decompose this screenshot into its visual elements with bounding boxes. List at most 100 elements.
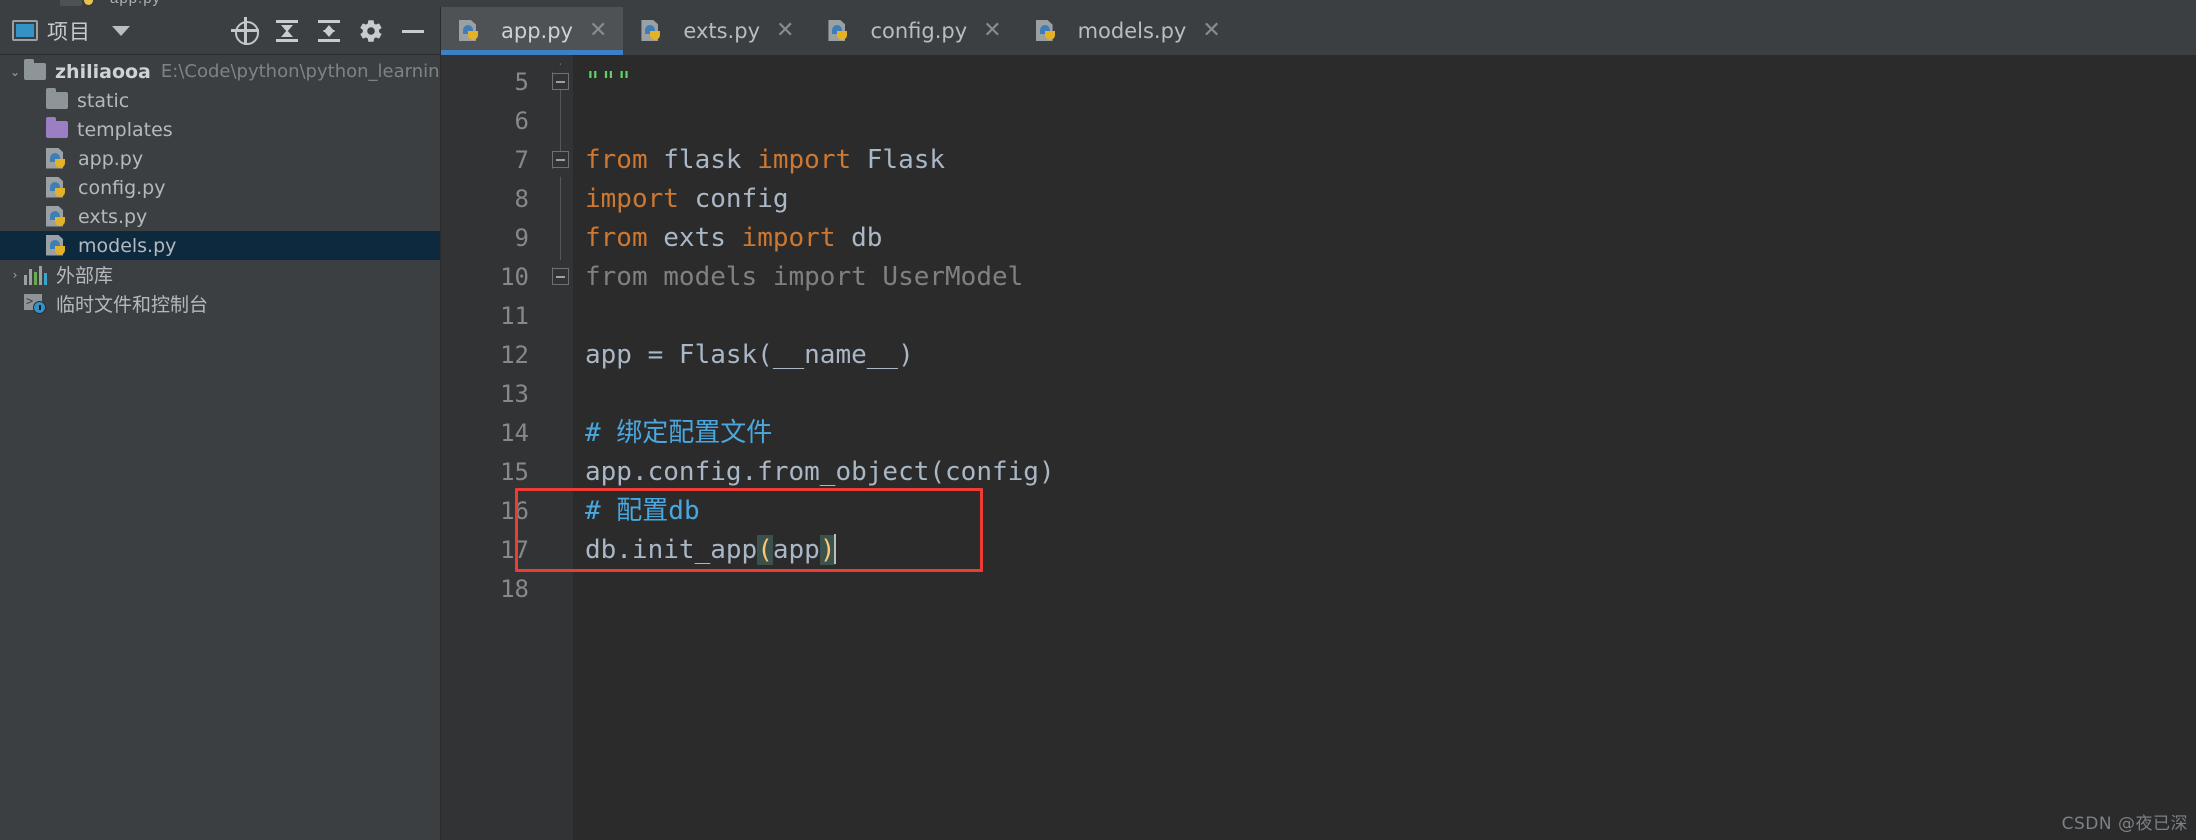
code-line[interactable]	[573, 570, 2196, 609]
tree-item-zhiliaooa[interactable]: ⌄ zhiliaooa E:\Code\python\python_learning…	[0, 57, 440, 86]
chevron-down-icon[interactable]: ⌄	[6, 65, 24, 79]
code-line[interactable]: app.config.from_object(config)	[573, 453, 2196, 492]
line-number: 15	[500, 458, 529, 486]
code-token: Flask	[851, 145, 946, 175]
tree-item-templates[interactable]: templates	[0, 115, 440, 144]
code-token: flask	[647, 145, 758, 175]
code-token: import	[741, 223, 836, 253]
fold-guide-line	[541, 180, 573, 219]
python-file-icon	[46, 205, 70, 228]
code-line[interactable]: from models import UserModel	[573, 258, 2196, 297]
code-token: # 绑定配置文件	[585, 418, 773, 448]
tree-item-label: templates	[77, 118, 173, 141]
tree-item-临时文件和控制台[interactable]: > 临时文件和控制台	[0, 289, 440, 318]
scratches-consoles-icon: >	[24, 293, 48, 314]
tab-config.py[interactable]: config.py ✕	[810, 7, 1017, 55]
tab-exts.py[interactable]: exts.py ✕	[623, 7, 810, 55]
editor: app.py ✕ exts.py ✕ config.py ✕ models.py ✕ 5 6 7 8…	[441, 7, 2196, 840]
line-number: 9	[514, 224, 529, 252]
tabbar-empty	[1237, 7, 2196, 55]
close-icon[interactable]: ✕	[983, 20, 1001, 42]
code-line[interactable]: from exts import db	[573, 219, 2196, 258]
code-line[interactable]: from flask import Flask	[573, 141, 2196, 180]
tree-scroll-edge[interactable]	[0, 55, 3, 840]
python-file-icon	[641, 20, 665, 42]
code-text[interactable]: """ from flask import Flask import config…	[573, 55, 2196, 840]
code-line[interactable]	[573, 297, 2196, 336]
fold-arrow-up-icon[interactable]	[552, 64, 569, 73]
expand-all-icon[interactable]	[274, 18, 300, 44]
fold-arrow-up-icon[interactable]	[552, 259, 569, 268]
tree-item-label: static	[77, 89, 130, 112]
gear-icon[interactable]	[358, 18, 384, 44]
line-number: 16	[500, 497, 529, 525]
code-line[interactable]: # 配置db	[573, 492, 2196, 531]
folder-icon	[46, 88, 68, 109]
tree-item-label: 临时文件和控制台	[56, 294, 209, 316]
line-number: 12	[500, 341, 529, 369]
line-number: 10	[500, 263, 529, 291]
line-number: 13	[500, 380, 529, 408]
code-folding-strip[interactable]	[541, 55, 573, 840]
code-token: from	[585, 145, 648, 175]
tree-item-static[interactable]: static	[0, 86, 440, 115]
close-icon[interactable]: ✕	[776, 20, 794, 42]
fold-collapse-icon[interactable]	[552, 151, 569, 168]
code-token: from	[585, 223, 648, 253]
minimize-icon[interactable]	[400, 18, 426, 44]
code-line[interactable]: db.init_app(app)	[573, 531, 2196, 570]
fold-collapse-icon[interactable]	[552, 73, 569, 90]
chrome-icon-ghost	[60, 0, 82, 6]
fold-empty	[541, 375, 573, 414]
code-line[interactable]: import config	[573, 180, 2196, 219]
line-number: 18	[500, 575, 529, 603]
tree-item-label: config.py	[78, 176, 166, 199]
tree-item-label: 外部库	[56, 265, 114, 287]
fold-collapse-icon[interactable]	[552, 268, 569, 285]
fold-arrow-down-icon[interactable]	[552, 168, 569, 177]
tab-app.py[interactable]: app.py ✕	[441, 7, 624, 55]
folder-icon	[24, 59, 46, 80]
tree-item-外部库[interactable]: › 外部库	[0, 260, 440, 289]
locate-icon[interactable]	[231, 16, 259, 45]
ide-window: app.py 项目 ⌄zhiliaooaE:\Code\python\pyt	[0, 0, 2196, 840]
code-line[interactable]: app = Flask(__name__)	[573, 336, 2196, 375]
close-icon[interactable]: ✕	[1202, 20, 1220, 42]
python-file-icon	[46, 147, 70, 170]
code-line[interactable]	[573, 375, 2196, 414]
code-token: )	[819, 535, 836, 565]
code-token: from models import UserModel	[585, 262, 1024, 292]
python-file-icon	[46, 234, 70, 257]
fold-empty	[541, 492, 573, 531]
tree-item-app.py[interactable]: app.py	[0, 144, 440, 173]
tree-item-exts.py[interactable]: exts.py	[0, 202, 440, 231]
project-panel-title: 项目	[47, 19, 91, 44]
chrome-title-ghost: app.py	[110, 0, 161, 7]
tab-models.py[interactable]: models.py ✕	[1018, 7, 1237, 55]
fold-guide-line	[541, 102, 573, 141]
project-panel-toolbar	[231, 16, 430, 45]
chevron-right-icon[interactable]: ›	[6, 268, 24, 282]
project-tree: ⌄ zhiliaooa E:\Code\python\python_learning…	[0, 55, 440, 840]
code-token: (	[757, 535, 773, 565]
project-panel-header: 项目	[0, 7, 440, 55]
tab-label: exts.py	[683, 19, 760, 43]
project-icon	[12, 20, 38, 41]
code-line[interactable]	[573, 102, 2196, 141]
code-area[interactable]: 5 6 7 8 9 10 11 12 13 14 15 16 17 18 """ from flask i…	[441, 55, 2196, 840]
fold-empty	[541, 531, 573, 570]
tree-item-config.py[interactable]: config.py	[0, 173, 440, 202]
fold-guide-line	[541, 219, 573, 258]
code-line[interactable]: # 绑定配置文件	[573, 414, 2196, 453]
chevron-down-icon[interactable]	[112, 25, 130, 36]
line-number: 8	[514, 185, 529, 213]
tree-item-models.py[interactable]: models.py	[0, 231, 440, 260]
code-token: import	[757, 145, 852, 175]
line-number: 5	[514, 68, 529, 96]
collapse-all-icon[interactable]	[316, 18, 342, 44]
code-line[interactable]: """	[573, 63, 2196, 102]
close-icon[interactable]: ✕	[589, 20, 607, 42]
tab-label: models.py	[1077, 19, 1187, 43]
code-token: # 配置db	[585, 496, 700, 526]
fold-marker-end	[541, 258, 573, 297]
